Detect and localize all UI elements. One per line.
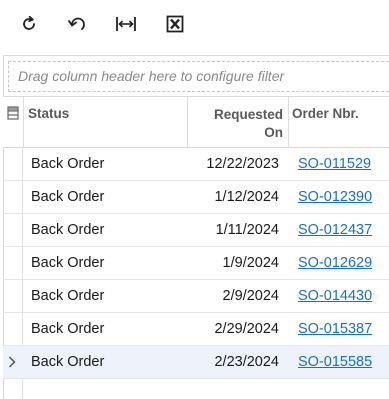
requested-on-cell: 12/22/2023 — [206, 156, 279, 172]
status-cell: Back Order — [31, 255, 105, 271]
fit-columns-button[interactable] — [113, 11, 139, 37]
status-cell: Back Order — [31, 288, 105, 304]
table-row[interactable]: Back Order 12/22/2023 SO-011529 — [3, 148, 389, 181]
export-excel-button[interactable] — [162, 11, 188, 37]
status-cell: Back Order — [31, 156, 105, 172]
column-header-order-nbr[interactable]: Order Nbr. — [292, 106, 359, 126]
column-separator — [187, 97, 188, 147]
order-nbr-link[interactable]: SO-011529 — [298, 148, 371, 180]
current-row-chevron-icon — [8, 356, 16, 368]
grid-header: Status Requested On Order Nbr. — [3, 96, 389, 148]
requested-on-cell: 1/9/2024 — [222, 255, 279, 271]
status-cell: Back Order — [31, 321, 105, 337]
status-cell: Back Order — [31, 189, 105, 205]
status-cell: Back Order — [31, 222, 105, 238]
table-row[interactable]: Back Order 1/9/2024 SO-012629 — [3, 247, 389, 280]
column-header-status[interactable]: Status — [28, 106, 69, 126]
order-nbr-link[interactable]: SO-014430 — [298, 280, 372, 312]
export-excel-icon — [166, 15, 184, 33]
fit-columns-icon — [116, 17, 136, 31]
requested-on-cell: 2/9/2024 — [222, 288, 279, 304]
requested-on-cell: 2/29/2024 — [214, 321, 279, 337]
filter-drop-zone[interactable]: Drag column header here to configure fil… — [8, 61, 389, 92]
order-nbr-link[interactable]: SO-012437 — [298, 214, 372, 246]
requested-on-cell: 1/12/2024 — [214, 189, 279, 205]
column-separator — [23, 97, 24, 147]
requested-on-cell: 1/11/2024 — [215, 222, 279, 238]
grid-toolbar — [0, 0, 389, 52]
column-separator — [288, 97, 289, 147]
requested-on-cell: 2/23/2024 — [214, 354, 279, 370]
refresh-icon — [23, 15, 35, 30]
table-row[interactable]: Back Order 2/9/2024 SO-014430 — [3, 280, 389, 313]
table-row[interactable]: Back Order 2/29/2024 SO-015387 — [3, 313, 389, 346]
filter-placeholder: Drag column header here to configure fil… — [18, 68, 285, 84]
order-nbr-link[interactable]: SO-015585 — [298, 346, 372, 378]
table-row[interactable]: Back Order 1/12/2024 SO-012390 — [3, 181, 389, 214]
status-cell: Back Order — [31, 354, 105, 370]
table-row[interactable]: Back Order 1/11/2024 SO-012437 — [3, 214, 389, 247]
column-chooser-button[interactable] — [3, 97, 23, 147]
order-nbr-link[interactable]: SO-015387 — [298, 313, 372, 345]
column-header-requested-on-line1: Requested — [213, 107, 283, 122]
undo-icon — [68, 17, 85, 30]
column-settings-icon — [7, 106, 19, 120]
column-header-requested-on-line2: On — [264, 125, 283, 140]
refresh-button[interactable] — [16, 11, 42, 37]
table-row-active[interactable]: Back Order 2/23/2024 SO-015585 — [3, 346, 389, 379]
order-nbr-link[interactable]: SO-012390 — [298, 181, 372, 213]
order-nbr-link[interactable]: SO-012629 — [298, 247, 372, 279]
undo-button[interactable] — [64, 11, 90, 37]
